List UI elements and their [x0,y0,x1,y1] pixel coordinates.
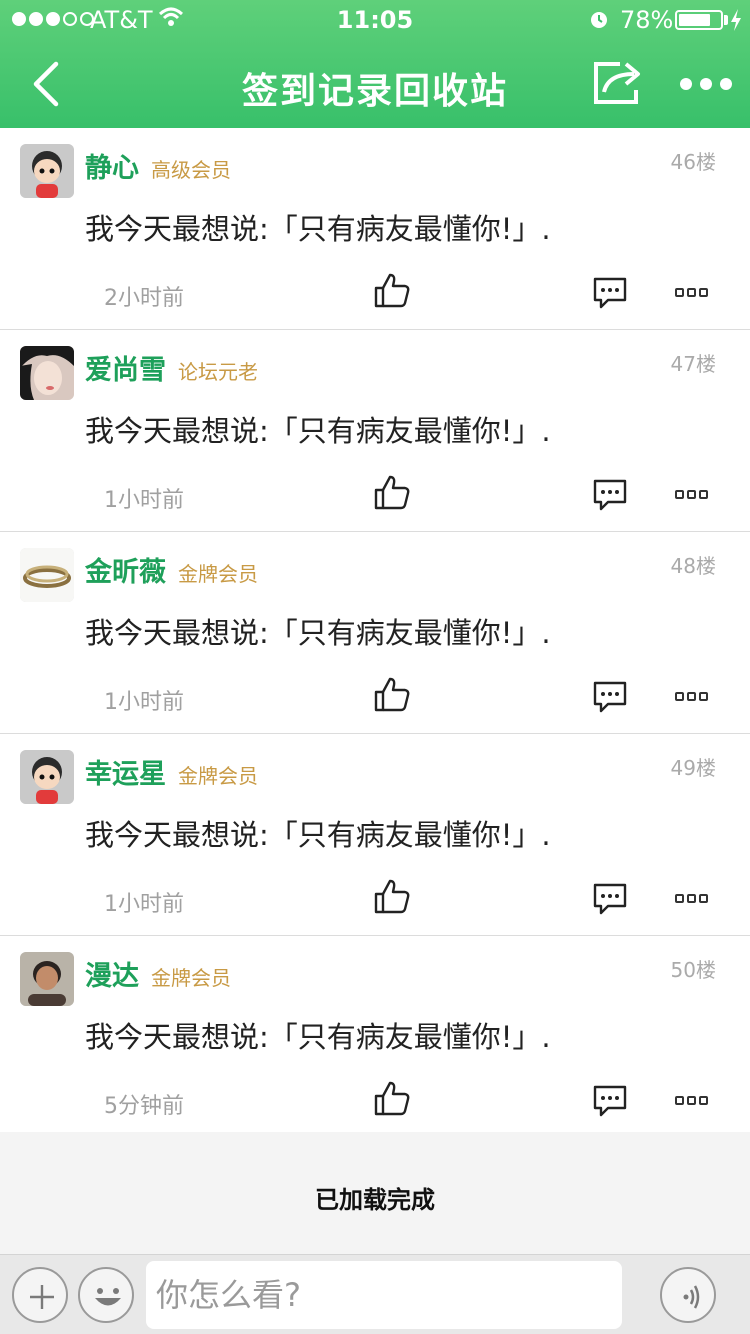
battery-tip [724,15,728,25]
more-options-icon[interactable] [675,490,708,499]
member-level-badge: 高级会员 [151,158,231,182]
post-item: 金昕薇 金牌会员 48楼 我今天最想说:「只有病友最懂你!」. 1小时前 [0,532,750,734]
member-level-badge: 金牌会员 [151,966,231,990]
add-attachment-button[interactable] [12,1267,68,1323]
smiley-icon [95,1288,121,1306]
more-options-icon[interactable] [675,894,708,903]
charging-bolt-icon [731,9,741,31]
post-item: 幸运星 金牌会员 49楼 我今天最想说:「只有病友最懂你!」. 1小时前 [0,734,750,936]
post-item: 静心 高级会员 46楼 我今天最想说:「只有病友最懂你!」. 2小时前 [0,128,750,330]
battery-icon [675,10,723,30]
woman-portrait-avatar[interactable] [20,952,74,1006]
plus-icon [30,1285,54,1309]
post-time: 2小时前 [104,286,184,311]
share-icon[interactable] [590,58,646,108]
floor-number: 50楼 [670,958,716,982]
comment-icon[interactable] [592,1084,628,1118]
voice-input-button[interactable] [660,1267,716,1323]
member-level-badge: 金牌会员 [178,562,258,586]
floor-number: 49楼 [670,756,716,780]
username[interactable]: 幸运星 [85,752,166,791]
post-content: 我今天最想说:「只有病友最懂你!」. [85,414,551,448]
floor-number: 48楼 [670,554,716,578]
voice-wave-icon [683,1285,700,1309]
emoji-button[interactable] [78,1267,134,1323]
post-time: 1小时前 [104,488,184,513]
username[interactable]: 漫达 [85,954,139,993]
member-level-badge: 金牌会员 [178,764,258,788]
username[interactable]: 静心 [85,146,139,185]
comment-icon[interactable] [592,478,628,512]
post-item: 爱尚雪 论坛元老 47楼 我今天最想说:「只有病友最懂你!」. 1小时前 [0,330,750,532]
more-options-icon[interactable] [675,1096,708,1105]
thumbs-up-icon[interactable] [373,675,411,713]
comment-input[interactable] [146,1261,622,1329]
battery-percent: 78% [620,6,674,34]
comment-icon[interactable] [592,276,628,310]
header: AT&T 11:05 78% 签到记录回收站 [0,0,750,128]
more-dots-icon[interactable] [680,70,736,98]
more-options-icon[interactable] [675,692,708,701]
comment-icon[interactable] [592,882,628,916]
status-bar: AT&T 11:05 78% [0,0,750,40]
thumbs-up-icon[interactable] [373,271,411,309]
post-content: 我今天最想说:「只有病友最懂你!」. [85,818,551,852]
thumbs-up-icon[interactable] [373,473,411,511]
more-options-icon[interactable] [675,288,708,297]
post-time: 1小时前 [104,892,184,917]
username[interactable]: 金昕薇 [85,550,166,589]
loaded-complete-text: 已加载完成 [315,1186,435,1214]
thumbs-up-icon[interactable] [373,1079,411,1117]
woman-photo-avatar[interactable] [20,346,74,400]
post-content: 我今天最想说:「只有病友最懂你!」. [85,1020,551,1054]
post-time: 5分钟前 [104,1094,184,1119]
member-level-badge: 论坛元老 [178,360,258,384]
post-content: 我今天最想说:「只有病友最懂你!」. [85,616,551,650]
floor-number: 46楼 [670,150,716,174]
cartoon-boy-avatar[interactable] [20,144,74,198]
post-time: 1小时前 [104,690,184,715]
alarm-icon [591,12,607,28]
post-item: 漫达 金牌会员 50楼 我今天最想说:「只有病友最懂你!」. 5分钟前 [0,936,750,1138]
floor-number: 47楼 [670,352,716,376]
battery-level-fill [679,14,710,26]
post-content: 我今天最想说:「只有病友最懂你!」. [85,212,551,246]
comment-icon[interactable] [592,680,628,714]
load-status-area: 已加载完成 [0,1132,750,1254]
thumbs-up-icon[interactable] [373,877,411,915]
rings-photo-avatar[interactable] [20,548,74,602]
cartoon-boy-avatar[interactable] [20,750,74,804]
username[interactable]: 爱尚雪 [85,348,166,387]
comment-input-bar [0,1254,750,1334]
